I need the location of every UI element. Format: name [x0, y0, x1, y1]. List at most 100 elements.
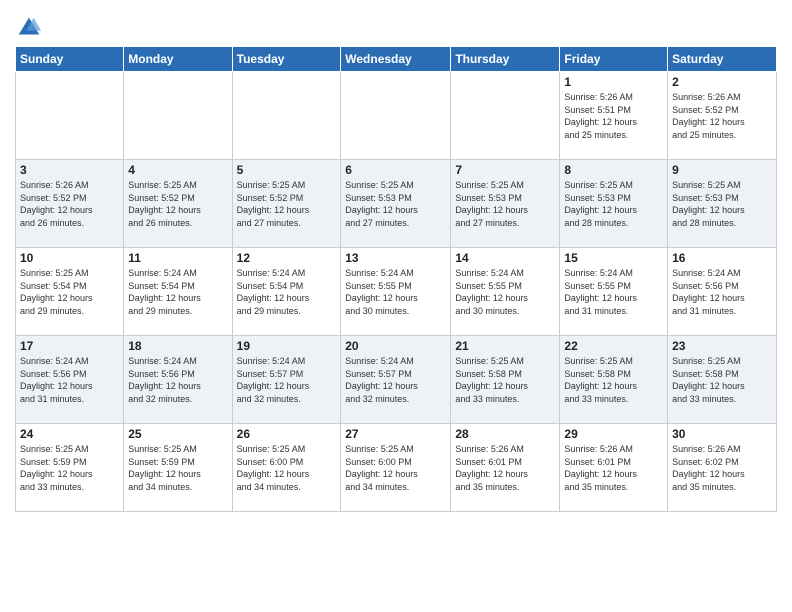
- day-cell: 8 Sunrise: 5:25 AM Sunset: 5:53 PM Daylig…: [560, 160, 668, 248]
- day-cell: 12 Sunrise: 5:24 AM Sunset: 5:54 PM Dayli…: [232, 248, 341, 336]
- day-cell: 26 Sunrise: 5:25 AM Sunset: 6:00 PM Dayli…: [232, 424, 341, 512]
- day-number: 4: [128, 163, 227, 177]
- day-info: Sunrise: 5:25 AM Sunset: 5:53 PM Dayligh…: [564, 179, 663, 229]
- day-number: 2: [672, 75, 772, 89]
- day-number: 6: [345, 163, 446, 177]
- day-cell: 4 Sunrise: 5:25 AM Sunset: 5:52 PM Daylig…: [124, 160, 232, 248]
- day-cell: [232, 72, 341, 160]
- day-number: 21: [455, 339, 555, 353]
- day-cell: 6Sunrise: 5:25 AM Sunset: 5:53 PM Daylig…: [341, 160, 451, 248]
- day-number: 16: [672, 251, 772, 265]
- day-cell: 27 Sunrise: 5:25 AM Sunset: 6:00 PM Dayli…: [341, 424, 451, 512]
- day-cell: 25 Sunrise: 5:25 AM Sunset: 5:59 PM Dayli…: [124, 424, 232, 512]
- week-row-3: 17 Sunrise: 5:24 AM Sunset: 5:56 PM Dayli…: [16, 336, 777, 424]
- day-info: Sunrise: 5:26 AM Sunset: 6:01 PM Dayligh…: [455, 443, 555, 493]
- day-info: Sunrise: 5:25 AM Sunset: 5:53 PM Dayligh…: [455, 179, 555, 229]
- day-cell: [341, 72, 451, 160]
- weekday-thursday: Thursday: [451, 47, 560, 72]
- day-number: 25: [128, 427, 227, 441]
- day-cell: 2 Sunrise: 5:26 AM Sunset: 5:52 PM Daylig…: [668, 72, 777, 160]
- day-cell: 20 Sunrise: 5:24 AM Sunset: 5:57 PM Dayli…: [341, 336, 451, 424]
- day-info: Sunrise: 5:24 AM Sunset: 5:57 PM Dayligh…: [345, 355, 446, 405]
- day-info: Sunrise: 5:25 AM Sunset: 5:54 PM Dayligh…: [20, 267, 119, 317]
- day-number: 5: [237, 163, 337, 177]
- day-cell: 10 Sunrise: 5:25 AM Sunset: 5:54 PM Dayli…: [16, 248, 124, 336]
- day-info: Sunrise: 5:24 AM Sunset: 5:55 PM Dayligh…: [564, 267, 663, 317]
- day-cell: 16Sunrise: 5:24 AM Sunset: 5:56 PM Dayli…: [668, 248, 777, 336]
- day-number: 17: [20, 339, 119, 353]
- day-info: Sunrise: 5:26 AM Sunset: 5:51 PM Dayligh…: [564, 91, 663, 141]
- header: [15, 10, 777, 42]
- week-row-2: 10 Sunrise: 5:25 AM Sunset: 5:54 PM Dayli…: [16, 248, 777, 336]
- day-cell: 1 Sunrise: 5:26 AM Sunset: 5:51 PM Daylig…: [560, 72, 668, 160]
- day-info: Sunrise: 5:24 AM Sunset: 5:54 PM Dayligh…: [237, 267, 337, 317]
- day-number: 3: [20, 163, 119, 177]
- day-info: Sunrise: 5:24 AM Sunset: 5:57 PM Dayligh…: [237, 355, 337, 405]
- day-number: 11: [128, 251, 227, 265]
- day-cell: 24Sunrise: 5:25 AM Sunset: 5:59 PM Dayli…: [16, 424, 124, 512]
- day-cell: 14 Sunrise: 5:24 AM Sunset: 5:55 PM Dayli…: [451, 248, 560, 336]
- day-cell: 19 Sunrise: 5:24 AM Sunset: 5:57 PM Dayli…: [232, 336, 341, 424]
- day-cell: 23 Sunrise: 5:25 AM Sunset: 5:58 PM Dayli…: [668, 336, 777, 424]
- day-number: 8: [564, 163, 663, 177]
- logo: [15, 14, 45, 42]
- day-info: Sunrise: 5:26 AM Sunset: 5:52 PM Dayligh…: [672, 91, 772, 141]
- day-cell: 18Sunrise: 5:24 AM Sunset: 5:56 PM Dayli…: [124, 336, 232, 424]
- day-number: 26: [237, 427, 337, 441]
- day-info: Sunrise: 5:25 AM Sunset: 6:00 PM Dayligh…: [237, 443, 337, 493]
- day-cell: [124, 72, 232, 160]
- day-info: Sunrise: 5:24 AM Sunset: 5:56 PM Dayligh…: [128, 355, 227, 405]
- day-info: Sunrise: 5:25 AM Sunset: 5:53 PM Dayligh…: [672, 179, 772, 229]
- day-cell: 29Sunrise: 5:26 AM Sunset: 6:01 PM Dayli…: [560, 424, 668, 512]
- day-number: 23: [672, 339, 772, 353]
- day-number: 9: [672, 163, 772, 177]
- day-number: 7: [455, 163, 555, 177]
- weekday-tuesday: Tuesday: [232, 47, 341, 72]
- day-info: Sunrise: 5:25 AM Sunset: 6:00 PM Dayligh…: [345, 443, 446, 493]
- day-info: Sunrise: 5:24 AM Sunset: 5:56 PM Dayligh…: [20, 355, 119, 405]
- day-cell: 28 Sunrise: 5:26 AM Sunset: 6:01 PM Dayli…: [451, 424, 560, 512]
- day-info: Sunrise: 5:25 AM Sunset: 5:58 PM Dayligh…: [455, 355, 555, 405]
- day-number: 27: [345, 427, 446, 441]
- day-info: Sunrise: 5:25 AM Sunset: 5:58 PM Dayligh…: [564, 355, 663, 405]
- day-number: 30: [672, 427, 772, 441]
- day-info: Sunrise: 5:25 AM Sunset: 5:58 PM Dayligh…: [672, 355, 772, 405]
- day-number: 20: [345, 339, 446, 353]
- day-cell: 11 Sunrise: 5:24 AM Sunset: 5:54 PM Dayli…: [124, 248, 232, 336]
- day-info: Sunrise: 5:24 AM Sunset: 5:55 PM Dayligh…: [455, 267, 555, 317]
- day-cell: 15 Sunrise: 5:24 AM Sunset: 5:55 PM Dayli…: [560, 248, 668, 336]
- day-number: 1: [564, 75, 663, 89]
- logo-icon: [15, 14, 43, 42]
- day-cell: 5 Sunrise: 5:25 AM Sunset: 5:52 PM Daylig…: [232, 160, 341, 248]
- day-info: Sunrise: 5:24 AM Sunset: 5:55 PM Dayligh…: [345, 267, 446, 317]
- day-info: Sunrise: 5:25 AM Sunset: 5:59 PM Dayligh…: [128, 443, 227, 493]
- day-cell: 9 Sunrise: 5:25 AM Sunset: 5:53 PM Daylig…: [668, 160, 777, 248]
- day-number: 15: [564, 251, 663, 265]
- weekday-saturday: Saturday: [668, 47, 777, 72]
- day-cell: 13 Sunrise: 5:24 AM Sunset: 5:55 PM Dayli…: [341, 248, 451, 336]
- day-info: Sunrise: 5:26 AM Sunset: 6:01 PM Dayligh…: [564, 443, 663, 493]
- weekday-wednesday: Wednesday: [341, 47, 451, 72]
- day-cell: [451, 72, 560, 160]
- day-number: 19: [237, 339, 337, 353]
- weekday-monday: Monday: [124, 47, 232, 72]
- day-info: Sunrise: 5:25 AM Sunset: 5:59 PM Dayligh…: [20, 443, 119, 493]
- day-number: 10: [20, 251, 119, 265]
- day-number: 14: [455, 251, 555, 265]
- day-info: Sunrise: 5:25 AM Sunset: 5:52 PM Dayligh…: [128, 179, 227, 229]
- day-info: Sunrise: 5:26 AM Sunset: 6:02 PM Dayligh…: [672, 443, 772, 493]
- day-info: Sunrise: 5:24 AM Sunset: 5:54 PM Dayligh…: [128, 267, 227, 317]
- weekday-friday: Friday: [560, 47, 668, 72]
- calendar-table: SundayMondayTuesdayWednesdayThursdayFrid…: [15, 46, 777, 512]
- weekday-header-row: SundayMondayTuesdayWednesdayThursdayFrid…: [16, 47, 777, 72]
- day-number: 12: [237, 251, 337, 265]
- day-info: Sunrise: 5:25 AM Sunset: 5:52 PM Dayligh…: [237, 179, 337, 229]
- day-cell: [16, 72, 124, 160]
- day-number: 22: [564, 339, 663, 353]
- day-cell: 21 Sunrise: 5:25 AM Sunset: 5:58 PM Dayli…: [451, 336, 560, 424]
- day-cell: 22 Sunrise: 5:25 AM Sunset: 5:58 PM Dayli…: [560, 336, 668, 424]
- week-row-4: 24Sunrise: 5:25 AM Sunset: 5:59 PM Dayli…: [16, 424, 777, 512]
- day-cell: 7 Sunrise: 5:25 AM Sunset: 5:53 PM Daylig…: [451, 160, 560, 248]
- day-number: 13: [345, 251, 446, 265]
- day-number: 28: [455, 427, 555, 441]
